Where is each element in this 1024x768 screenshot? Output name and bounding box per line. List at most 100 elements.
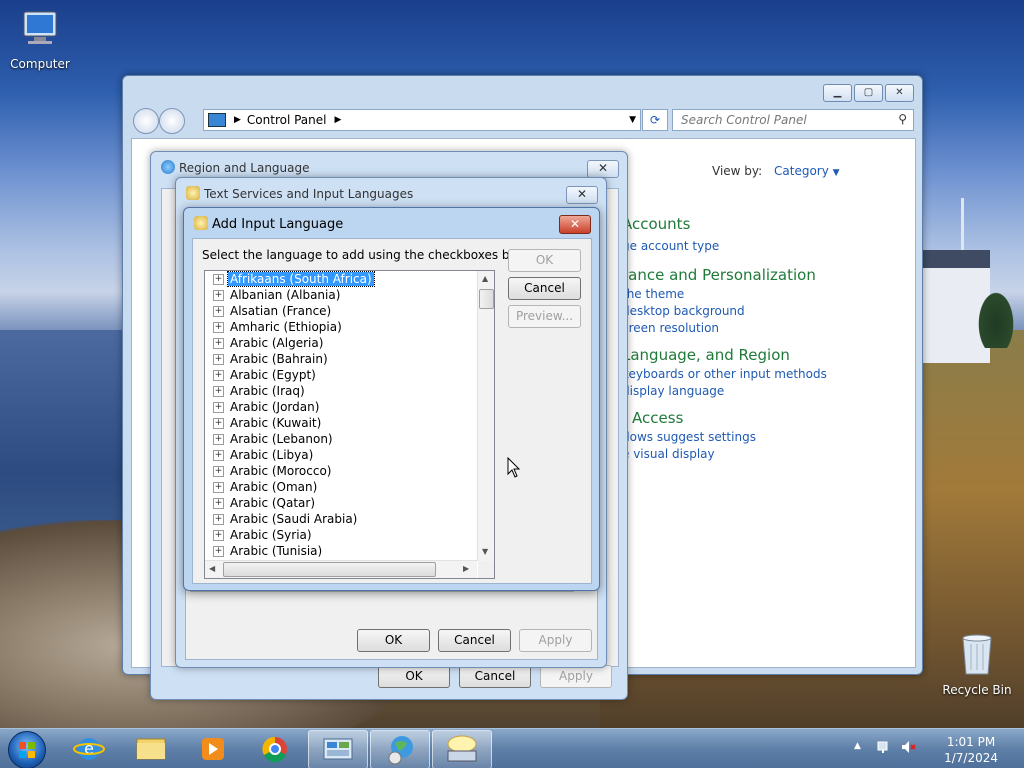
category-link[interactable]: creen resolution — [622, 321, 719, 335]
language-item[interactable]: + Alsatian (France) — [205, 303, 477, 319]
expand-icon[interactable]: + — [213, 305, 224, 317]
taskbar-input-language[interactable] — [432, 730, 492, 768]
language-item[interactable]: + Albanian (Albania) — [205, 287, 477, 303]
taskbar-windows-explorer[interactable] — [122, 730, 180, 767]
language-item[interactable]: + Arabic (Egypt) — [205, 367, 477, 383]
close-button[interactable]: ✕ — [587, 160, 619, 178]
expand-icon[interactable]: + — [213, 353, 224, 365]
expand-icon[interactable]: + — [213, 417, 224, 429]
taskbar-internet-explorer[interactable]: e — [60, 730, 118, 767]
expand-icon[interactable]: + — [213, 369, 224, 381]
close-button[interactable]: ✕ — [566, 186, 598, 204]
language-item[interactable]: + Arabic (Kuwait) — [205, 415, 477, 431]
clock[interactable]: 1:01 PM 1/7/2024 — [944, 734, 998, 766]
language-tree[interactable]: + Afrikaans (South Africa) + Albanian (Alba… — [204, 270, 495, 579]
language-item[interactable]: + Arabic (Saudi Arabia) — [205, 511, 477, 527]
language-label: Afrikaans (South Africa) — [227, 271, 375, 287]
search-input[interactable]: Search Control Panel ⚲ — [672, 109, 914, 131]
expand-icon[interactable]: + — [213, 465, 224, 477]
expand-icon[interactable]: + — [213, 289, 224, 301]
network-icon[interactable] — [876, 739, 892, 758]
minimize-button[interactable]: ▁ — [823, 84, 852, 102]
taskbar-chrome[interactable] — [246, 730, 304, 767]
ok-button[interactable]: OK — [508, 249, 581, 272]
scroll-left-icon[interactable]: ◀ — [209, 564, 215, 573]
cancel-button[interactable]: Cancel — [459, 665, 531, 688]
expand-icon[interactable]: + — [213, 497, 224, 509]
language-item[interactable]: + Arabic (Tunisia) — [205, 543, 477, 559]
expand-icon[interactable]: + — [213, 529, 224, 541]
start-button[interactable] — [8, 731, 46, 768]
category-link[interactable]: keyboards or other input methods — [622, 367, 827, 381]
view-by-dropdown[interactable]: Category — [774, 164, 829, 178]
expand-icon[interactable]: + — [213, 401, 224, 413]
taskbar-control-panel[interactable] — [308, 730, 368, 768]
language-item[interactable]: + Arabic (Bahrain) — [205, 351, 477, 367]
show-hidden-icons-icon[interactable]: ▲ — [854, 741, 861, 751]
language-item[interactable]: + Arabic (Algeria) — [205, 335, 477, 351]
maximize-button[interactable]: ▢ — [854, 84, 883, 102]
forward-button[interactable] — [159, 108, 185, 134]
expand-icon[interactable]: + — [213, 273, 224, 285]
taskbar-media-player[interactable] — [184, 730, 242, 767]
language-item[interactable]: + Arabic (Qatar) — [205, 495, 477, 511]
cancel-button[interactable]: Cancel — [508, 277, 581, 300]
scroll-up-icon[interactable]: ▲ — [482, 274, 488, 283]
close-button[interactable]: ✕ — [559, 215, 591, 234]
category-link[interactable]: display language — [622, 384, 724, 398]
scroll-right-icon[interactable]: ▶ — [463, 564, 469, 573]
desktop-icon-recycle-bin[interactable]: Recycle Bin — [942, 632, 1012, 697]
volume-muted-icon[interactable] — [900, 739, 916, 758]
input-language-icon — [447, 735, 477, 762]
expand-icon[interactable]: + — [213, 449, 224, 461]
refresh-icon[interactable]: ⟳ — [642, 109, 668, 131]
back-button[interactable] — [133, 108, 159, 134]
category-link[interactable]: e visual display — [622, 447, 715, 461]
category-clock-language[interactable]: Language, and Region — [622, 346, 790, 364]
language-item[interactable]: + Afrikaans (South Africa) — [205, 271, 477, 287]
language-item[interactable]: + Arabic (Syria) — [205, 527, 477, 543]
language-item[interactable]: + Arabic (Iraq) — [205, 383, 477, 399]
language-item[interactable]: + Arabic (Jordan) — [205, 399, 477, 415]
search-icon[interactable]: ⚲ — [898, 112, 907, 126]
apply-button[interactable]: Apply — [540, 665, 612, 688]
category-ease-of-access[interactable]: f Access — [622, 409, 683, 427]
globe-icon — [161, 160, 175, 174]
language-item[interactable]: + Arabic (Lebanon) — [205, 431, 477, 447]
category-link[interactable]: desktop background — [622, 304, 745, 318]
expand-icon[interactable]: + — [213, 513, 224, 525]
language-item[interactable]: + Amharic (Ethiopia) — [205, 319, 477, 335]
ok-button[interactable]: OK — [378, 665, 450, 688]
language-item[interactable]: + Arabic (Oman) — [205, 479, 477, 495]
scroll-thumb[interactable] — [223, 562, 436, 577]
preview-button[interactable]: Preview... — [508, 305, 581, 328]
category-link[interactable]: the theme — [622, 287, 684, 301]
breadcrumb[interactable]: Control Panel — [247, 113, 327, 127]
expand-icon[interactable]: + — [213, 321, 224, 333]
desktop-icon-computer[interactable]: Computer — [8, 10, 72, 71]
category-appearance[interactable]: rance and Personalization — [622, 266, 816, 284]
expand-icon[interactable]: + — [213, 481, 224, 493]
expand-icon[interactable]: + — [213, 385, 224, 397]
scroll-down-icon[interactable]: ▼ — [482, 547, 488, 556]
ok-button[interactable]: OK — [357, 629, 430, 652]
horizontal-scrollbar[interactable]: ◀ ▶ — [205, 560, 477, 578]
breadcrumb-arrow-icon[interactable]: ▶ — [335, 115, 342, 125]
cancel-button[interactable]: Cancel — [438, 629, 511, 652]
expand-icon[interactable]: + — [213, 433, 224, 445]
scroll-thumb[interactable] — [479, 289, 494, 309]
expand-icon[interactable]: + — [213, 545, 224, 557]
apply-button[interactable]: Apply — [519, 629, 592, 652]
language-item[interactable]: + Arabic (Libya) — [205, 447, 477, 463]
address-bar[interactable]: ▶ Control Panel ▶ ▼ — [203, 109, 641, 131]
close-button[interactable]: ✕ — [885, 84, 914, 102]
language-item[interactable]: + Arabic (Morocco) — [205, 463, 477, 479]
expand-icon[interactable]: + — [213, 337, 224, 349]
address-dropdown-icon[interactable]: ▼ — [629, 115, 636, 125]
chevron-down-icon[interactable]: ▼ — [833, 168, 840, 178]
vertical-scrollbar[interactable]: ▲ ▼ — [477, 271, 494, 561]
taskbar-region-language[interactable] — [370, 730, 430, 768]
category-link[interactable]: dows suggest settings — [622, 430, 756, 444]
category-user-accounts[interactable]: Accounts — [622, 215, 690, 233]
category-link[interactable]: ge account type — [622, 239, 719, 253]
